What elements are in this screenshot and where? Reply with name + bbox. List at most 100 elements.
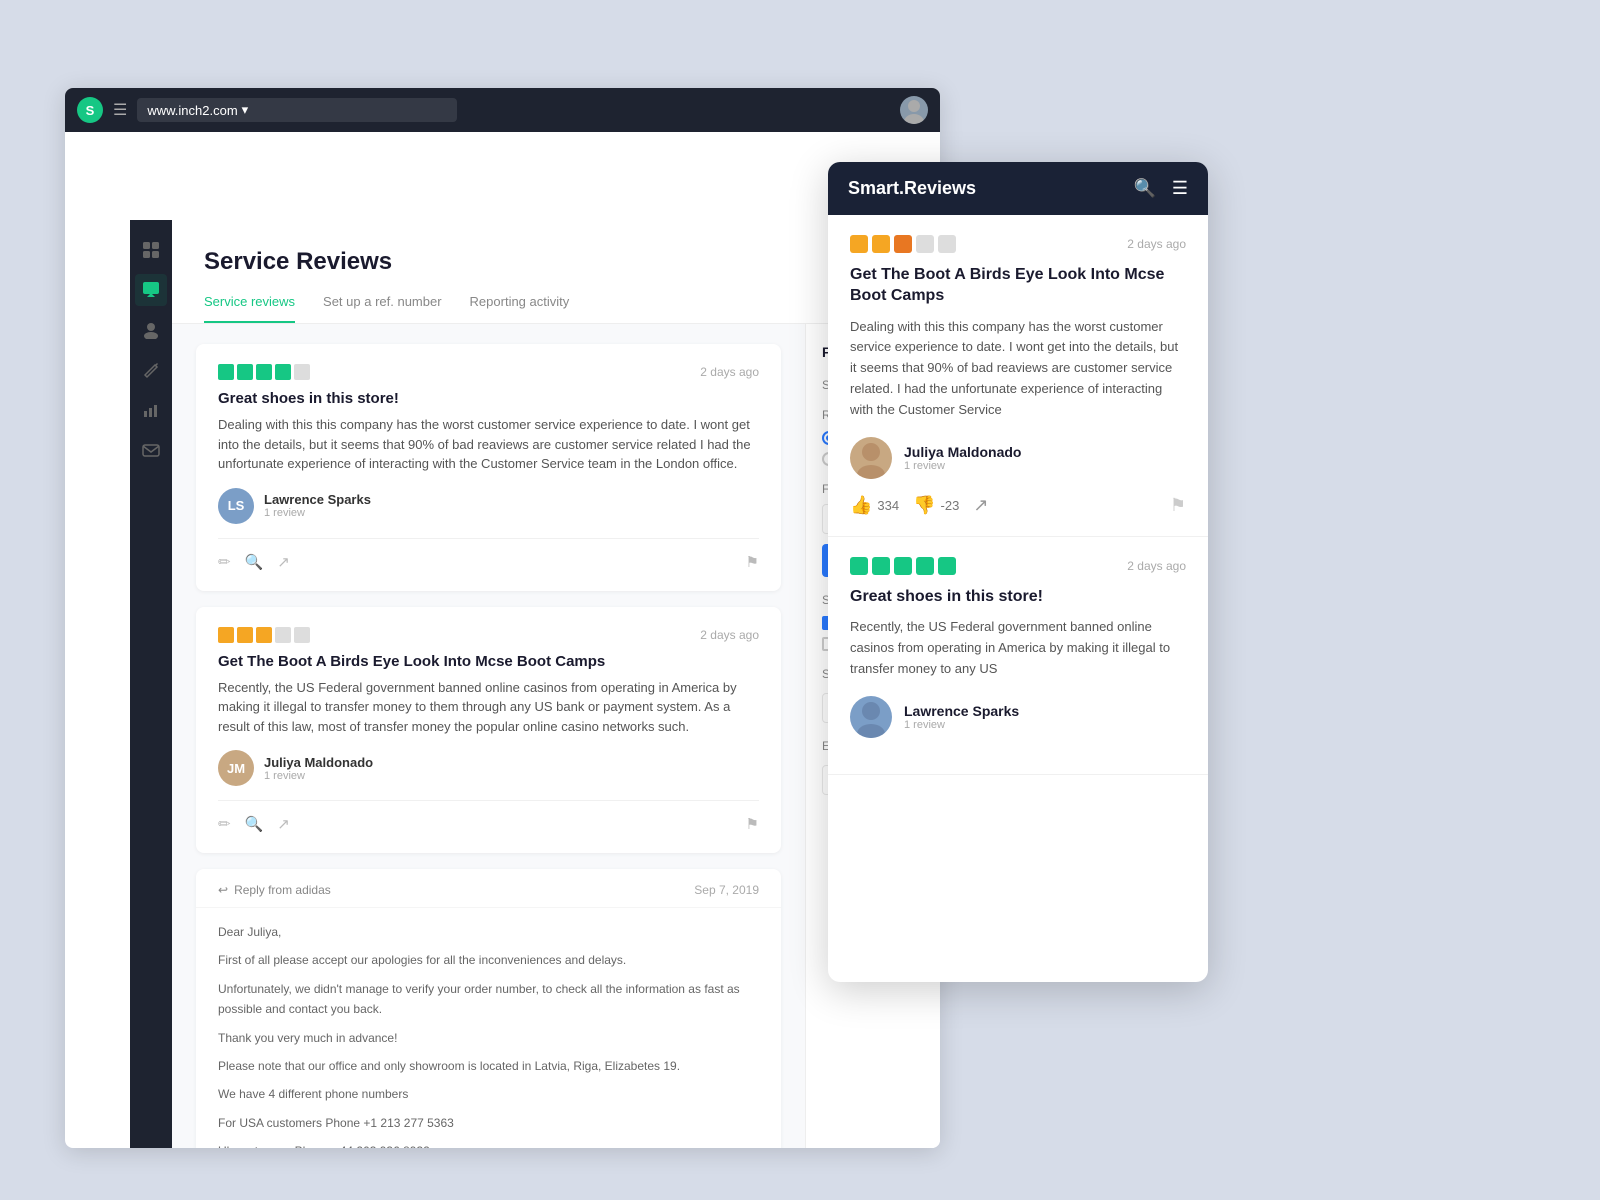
reviewer-1-avatar: LS xyxy=(218,488,254,524)
edit-icon-2[interactable]: ✏ xyxy=(218,815,231,833)
sr-reviewer-1-row: Juliya Maldonado 1 review xyxy=(850,437,1186,479)
browser-window: S ☰ www.inch2.com ▾ xyxy=(65,88,940,1148)
review-card-2-time: 2 days ago xyxy=(700,628,759,642)
star-2-5 xyxy=(294,627,310,643)
sr-menu-icon[interactable]: ☰ xyxy=(1172,178,1188,199)
review-card-1-actions: ✏ 🔍 ↗ ⚑ xyxy=(218,538,759,571)
reply-p3: Unfortunately, we didn't manage to verif… xyxy=(218,979,759,1020)
content-area: 2 days ago Great shoes in this store! De… xyxy=(172,324,940,1148)
sr-star-2-4 xyxy=(916,557,934,575)
sr-search-icon[interactable]: 🔍 xyxy=(1133,178,1155,199)
sr-review-card-1: 2 days ago Get The Boot A Birds Eye Look… xyxy=(828,215,1208,537)
sr-content: 2 days ago Get The Boot A Birds Eye Look… xyxy=(828,215,1208,979)
reviewer-2-name: Juliya Maldonado xyxy=(264,755,373,770)
star-2-3 xyxy=(256,627,272,643)
sr-review-2-title: Great shoes in this store! xyxy=(850,587,1186,608)
star-2-2 xyxy=(237,627,253,643)
review-card-1-body: Dealing with this this company has the w… xyxy=(218,415,759,474)
sr-review-card-2-header: 2 days ago xyxy=(850,557,1186,575)
review-card-2: 2 days ago Get The Boot A Birds Eye Look… xyxy=(196,607,781,854)
sr-share-icon[interactable]: ↗ xyxy=(973,495,988,516)
sr-header: Smart.Reviews 🔍 ☰ xyxy=(828,162,1208,215)
browser-logo: S xyxy=(77,97,103,123)
share-icon-1[interactable]: ↗ xyxy=(277,553,290,571)
smart-reviews-panel: Smart.Reviews 🔍 ☰ 2 days ago Get The Boo… xyxy=(828,162,1208,982)
sr-star-2-5 xyxy=(938,557,956,575)
review-card-1: 2 days ago Great shoes in this store! De… xyxy=(196,344,781,591)
reviewer-2-avatar: JM xyxy=(218,750,254,786)
reply-header: ↩ Reply from adidas Sep 7, 2019 xyxy=(196,869,781,908)
flag-icon-1[interactable]: ⚑ xyxy=(746,553,759,571)
review-card-1-header: 2 days ago xyxy=(218,364,759,380)
reply-p8: Uk customers Phone +44 203 936 8932 xyxy=(218,1141,759,1148)
tab-set-ref[interactable]: Set up a ref. number xyxy=(323,294,442,323)
sr-review-card-2: 2 days ago Great shoes in this store! Re… xyxy=(828,537,1208,775)
tab-reporting[interactable]: Reporting activity xyxy=(470,294,570,323)
star-1-4 xyxy=(275,364,291,380)
review-card-2-actions: ✏ 🔍 ↗ ⚑ xyxy=(218,800,759,833)
thumbs-up-icon[interactable]: 👍 xyxy=(850,495,872,516)
zoom-icon-2[interactable]: 🔍 xyxy=(245,815,264,833)
sidebar-item-profile[interactable] xyxy=(135,314,167,346)
reply-p1: Dear Juliya, xyxy=(218,922,759,942)
edit-icon-1[interactable]: ✏ xyxy=(218,553,231,571)
sidebar-item-dashboard[interactable] xyxy=(135,234,167,266)
reply-from: ↩ Reply from adidas xyxy=(218,883,331,897)
sr-dislikes-count: -23 xyxy=(941,498,960,513)
sidebar-item-analytics[interactable] xyxy=(135,394,167,426)
sr-reviewer-1-name: Juliya Maldonado xyxy=(904,444,1021,460)
review-card-1-reviewer: LS Lawrence Sparks 1 review xyxy=(218,488,759,524)
sidebar xyxy=(130,220,172,1148)
reply-card: ↩ Reply from adidas Sep 7, 2019 Dear Jul… xyxy=(196,869,781,1148)
star-1-5 xyxy=(294,364,310,380)
browser-toolbar: S ☰ www.inch2.com ▾ xyxy=(65,88,940,132)
review-card-2-title: Get The Boot A Birds Eye Look Into Mcse … xyxy=(218,653,759,670)
review-card-2-header: 2 days ago xyxy=(218,627,759,643)
sr-reviewer-2-avatar xyxy=(850,696,892,738)
sr-reviewer-1-count: 1 review xyxy=(904,460,1021,472)
sr-header-icons: 🔍 ☰ xyxy=(1133,178,1188,199)
reply-p2: First of all please accept our apologies… xyxy=(218,950,759,970)
thumbs-down-icon[interactable]: 👎 xyxy=(913,495,935,516)
sr-reviewer-2-row: Lawrence Sparks 1 review xyxy=(850,696,1186,738)
sr-review-card-1-header: 2 days ago xyxy=(850,235,1186,253)
star-1-2 xyxy=(237,364,253,380)
url-dropdown-icon[interactable]: ▾ xyxy=(242,102,249,118)
sr-title: Smart.Reviews xyxy=(848,178,976,199)
page-header: Service Reviews Service reviews Set up a… xyxy=(172,220,940,324)
browser-avatar[interactable] xyxy=(900,96,928,124)
review-card-1-time: 2 days ago xyxy=(700,365,759,379)
share-icon-2[interactable]: ↗ xyxy=(277,815,290,833)
reply-p5: Please note that our office and only sho… xyxy=(218,1056,759,1076)
review-card-2-stars xyxy=(218,627,310,643)
sr-star-1-1 xyxy=(850,235,868,253)
zoom-icon-1[interactable]: 🔍 xyxy=(245,553,264,571)
browser-url-bar[interactable]: www.inch2.com ▾ xyxy=(137,98,457,122)
review-card-2-reviewer: JM Juliya Maldonado 1 review xyxy=(218,750,759,786)
main-content: Service Reviews Service reviews Set up a… xyxy=(172,220,940,1148)
browser-menu-icon[interactable]: ☰ xyxy=(113,100,127,120)
reply-p6: We have 4 different phone numbers xyxy=(218,1084,759,1104)
reply-p4: Thank you very much in advance! xyxy=(218,1028,759,1048)
review-card-1-stars xyxy=(218,364,310,380)
flag-icon-2[interactable]: ⚑ xyxy=(746,815,759,833)
sidebar-item-mail[interactable] xyxy=(135,434,167,466)
sidebar-item-edit[interactable] xyxy=(135,354,167,386)
reviewer-1-count: 1 review xyxy=(264,507,371,519)
reply-p7: For USA customers Phone +1 213 277 5363 xyxy=(218,1113,759,1133)
star-2-1 xyxy=(218,627,234,643)
reviews-list: 2 days ago Great shoes in this store! De… xyxy=(172,324,805,1148)
sr-likes-group[interactable]: 👍 334 xyxy=(850,495,899,516)
reviewer-2-count: 1 review xyxy=(264,770,373,782)
sr-flag-icon[interactable]: ⚑ xyxy=(1170,495,1186,516)
sr-reviewer-2-count: 1 review xyxy=(904,719,1019,731)
sidebar-item-reviews[interactable] xyxy=(135,274,167,306)
sr-likes-count: 334 xyxy=(877,498,899,513)
sr-dislikes-group[interactable]: 👎 -23 xyxy=(913,495,959,516)
star-2-4 xyxy=(275,627,291,643)
sr-review-1-time: 2 days ago xyxy=(1127,237,1186,251)
tab-service-reviews[interactable]: Service reviews xyxy=(204,294,295,323)
sr-review-1-title: Get The Boot A Birds Eye Look Into Mcse … xyxy=(850,265,1186,307)
review-card-2-body: Recently, the US Federal government bann… xyxy=(218,678,759,737)
sr-star-1-3 xyxy=(894,235,912,253)
